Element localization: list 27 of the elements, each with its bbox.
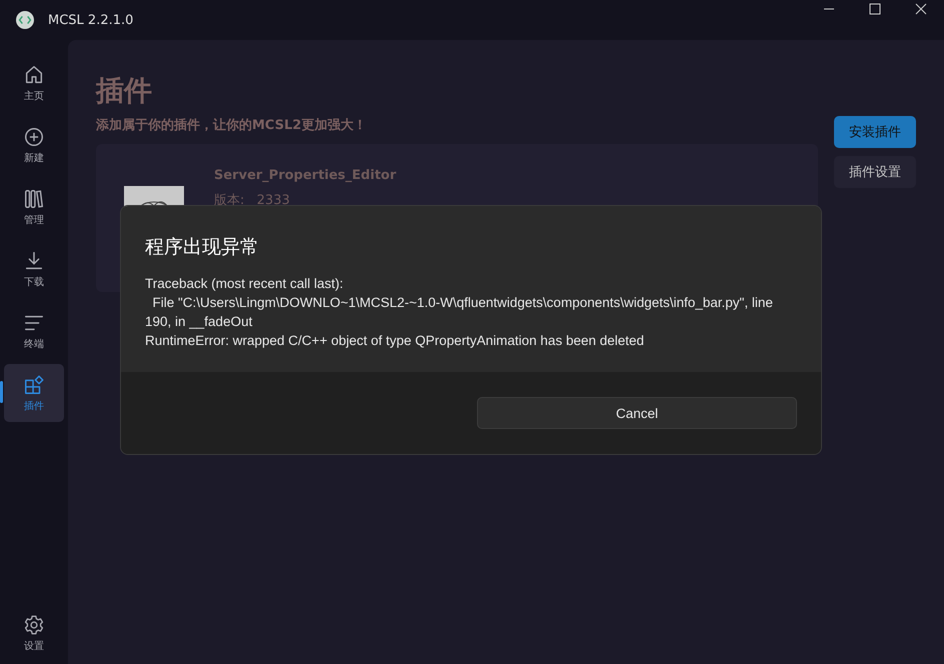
close-icon[interactable] [915,3,927,15]
add-icon [23,126,45,148]
traceback-line: RuntimeError: wrapped C/C++ object of type QPropertyAnimation has been deleted [145,332,646,350]
nav-item[interactable]: 主页 [4,54,64,112]
install-button[interactable]: 安装插件 [834,116,916,148]
apps-icon [23,374,45,396]
nav-item[interactable]: 管理 [4,178,64,236]
dialog-title: 程序出现异常 [145,235,260,260]
download-icon [23,250,45,272]
settings-icon [23,614,45,636]
traceback-line: File "C:\Users\Lingm\DOWNLO~1\MCSL2-~1.0-W\qfluentwidgets\components\widgets\info_bar.py", line 190, in __fadeOut [145,294,774,331]
plugin-version: 版本: 2333 [214,192,291,209]
home-icon [23,64,45,86]
nav-item[interactable]: 新建 [4,116,64,174]
page-subtitle: 添加属于你的插件，让你的MCSL2更加强大！ [96,117,368,134]
settings-button[interactable]: 插件设置 [834,156,916,188]
traceback-line: Traceback (most recent call last): [145,275,344,293]
maximize-icon[interactable] [869,3,881,15]
page-title: 插件 [96,73,153,109]
plugin-name: Server_Properties_Editor [214,168,396,183]
nav-item[interactable]: 下载 [4,240,64,298]
nav-item[interactable]: 终端 [4,302,64,360]
library-icon [23,188,45,210]
logo-icon [16,11,34,29]
cancel-button[interactable]: Cancel [477,397,797,429]
nav-item[interactable]: 设置 [4,604,64,662]
window-title: MCSL 2.2.1.0 [48,12,134,28]
